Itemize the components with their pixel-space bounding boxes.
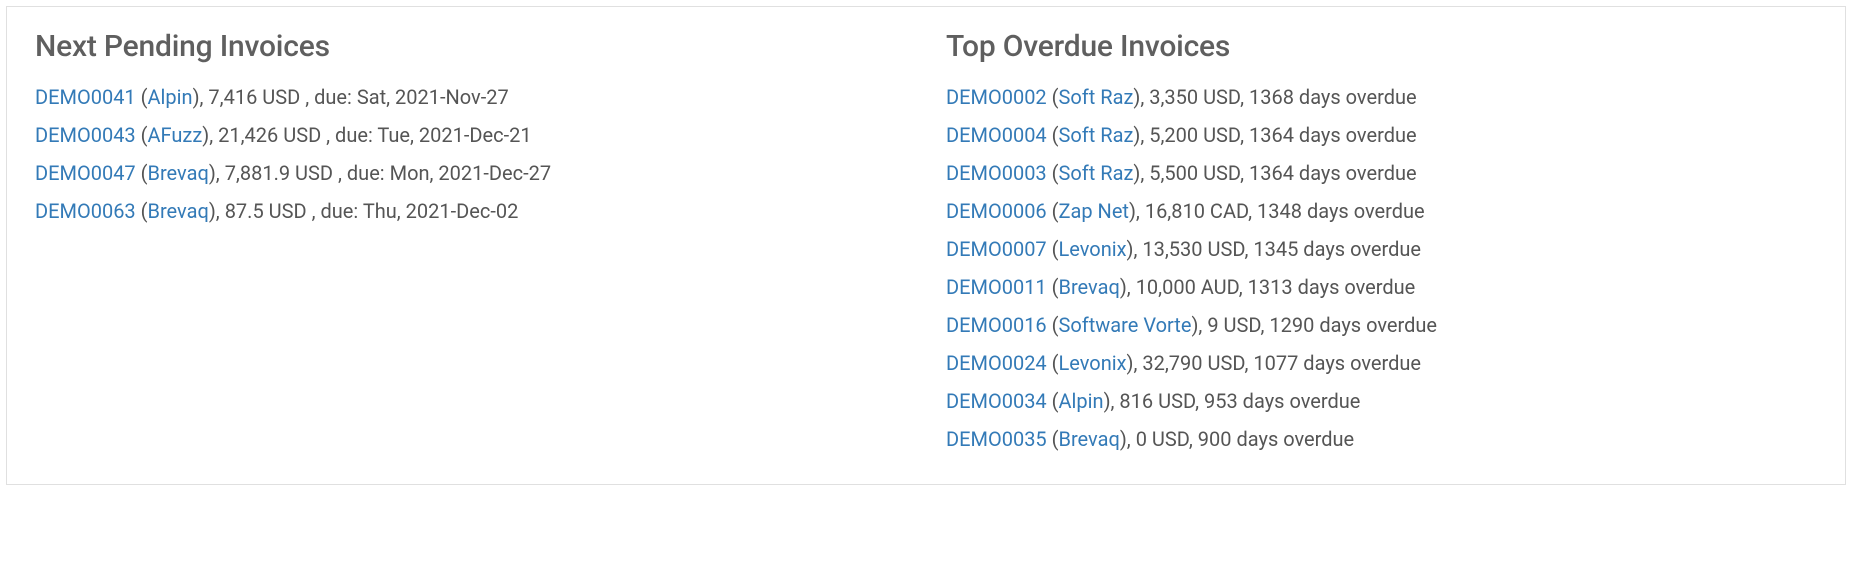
client-link[interactable]: Brevaq [148, 161, 209, 185]
pending-invoice-row: DEMO0041 (Alpin), 7,416 USD , due: Sat, … [35, 78, 906, 116]
client-link[interactable]: Levonix [1059, 351, 1127, 375]
invoice-amount: 5,200 USD [1149, 123, 1240, 147]
invoice-amount: 16,810 CAD [1145, 199, 1248, 223]
invoice-days-overdue: 1077 [1253, 351, 1298, 375]
overdue-invoices-column: Top Overdue Invoices DEMO0002 (Soft Raz)… [946, 29, 1817, 458]
invoice-link[interactable]: DEMO0011 [946, 275, 1047, 299]
invoice-days-overdue: 1313 [1248, 275, 1293, 299]
invoice-days-overdue: 900 [1198, 427, 1232, 451]
invoice-due-date: Tue, 2021-Dec-21 [377, 123, 531, 147]
invoice-due-date: Mon, 2021-Dec-27 [390, 161, 552, 185]
overdue-invoice-row: DEMO0006 (Zap Net), 16,810 CAD, 1348 day… [946, 192, 1817, 230]
invoice-days-overdue: 953 [1204, 389, 1238, 413]
overdue-invoice-row: DEMO0007 (Levonix), 13,530 USD, 1345 day… [946, 230, 1817, 268]
invoice-link[interactable]: DEMO0002 [946, 85, 1047, 109]
invoices-panel: Next Pending Invoices DEMO0041 (Alpin), … [6, 6, 1846, 485]
invoice-link[interactable]: DEMO0007 [946, 237, 1047, 261]
overdue-invoices-heading: Top Overdue Invoices [946, 29, 1817, 64]
invoice-amount: 7,881.9 USD [225, 161, 333, 185]
invoice-amount: 13,530 USD [1142, 237, 1244, 261]
invoice-amount: 7,416 USD [208, 85, 300, 109]
invoice-amount: 816 USD [1119, 389, 1195, 413]
invoice-link[interactable]: DEMO0063 [35, 199, 136, 223]
overdue-invoice-row: DEMO0024 (Levonix), 32,790 USD, 1077 day… [946, 344, 1817, 382]
invoice-days-overdue: 1348 [1257, 199, 1302, 223]
client-link[interactable]: Levonix [1059, 237, 1127, 261]
overdue-invoice-row: DEMO0034 (Alpin), 816 USD, 953 days over… [946, 382, 1817, 420]
invoice-link[interactable]: DEMO0004 [946, 123, 1047, 147]
invoice-amount: 87.5 USD [225, 199, 307, 223]
client-link[interactable]: Alpin [1059, 389, 1104, 413]
client-link[interactable]: Brevaq [1059, 427, 1120, 451]
overdue-invoice-row: DEMO0002 (Soft Raz), 3,350 USD, 1368 day… [946, 78, 1817, 116]
invoice-days-overdue: 1364 [1249, 161, 1294, 185]
invoice-amount: 0 USD [1136, 427, 1189, 451]
invoice-amount: 10,000 AUD [1136, 275, 1239, 299]
pending-invoices-column: Next Pending Invoices DEMO0041 (Alpin), … [35, 29, 906, 458]
pending-invoices-list: DEMO0041 (Alpin), 7,416 USD , due: Sat, … [35, 78, 906, 230]
client-link[interactable]: AFuzz [148, 123, 203, 147]
invoice-link[interactable]: DEMO0003 [946, 161, 1047, 185]
invoice-days-overdue: 1368 [1249, 85, 1294, 109]
invoice-link[interactable]: DEMO0043 [35, 123, 136, 147]
overdue-invoice-row: DEMO0004 (Soft Raz), 5,200 USD, 1364 day… [946, 116, 1817, 154]
invoice-link[interactable]: DEMO0016 [946, 313, 1047, 337]
client-link[interactable]: Soft Raz [1059, 123, 1134, 147]
client-link[interactable]: Alpin [148, 85, 193, 109]
client-link[interactable]: Zap Net [1059, 199, 1129, 223]
overdue-invoice-row: DEMO0016 (Software Vorte), 9 USD, 1290 d… [946, 306, 1817, 344]
invoice-due-date: Thu, 2021-Dec-02 [363, 199, 519, 223]
pending-invoice-row: DEMO0063 (Brevaq), 87.5 USD , due: Thu, … [35, 192, 906, 230]
invoice-days-overdue: 1345 [1253, 237, 1298, 261]
client-link[interactable]: Soft Raz [1059, 161, 1134, 185]
invoice-link[interactable]: DEMO0006 [946, 199, 1047, 223]
invoice-link[interactable]: DEMO0035 [946, 427, 1047, 451]
invoice-link[interactable]: DEMO0041 [35, 85, 136, 109]
invoice-amount: 5,500 USD [1149, 161, 1240, 185]
pending-invoice-row: DEMO0043 (AFuzz), 21,426 USD , due: Tue,… [35, 116, 906, 154]
invoice-link[interactable]: DEMO0024 [946, 351, 1047, 375]
invoice-amount: 32,790 USD [1142, 351, 1244, 375]
client-link[interactable]: Brevaq [1059, 275, 1120, 299]
overdue-invoice-row: DEMO0011 (Brevaq), 10,000 AUD, 1313 days… [946, 268, 1817, 306]
invoice-days-overdue: 1364 [1249, 123, 1294, 147]
pending-invoices-heading: Next Pending Invoices [35, 29, 906, 64]
invoice-amount: 3,350 USD [1149, 85, 1240, 109]
overdue-invoice-row: DEMO0035 (Brevaq), 0 USD, 900 days overd… [946, 420, 1817, 458]
overdue-invoice-row: DEMO0003 (Soft Raz), 5,500 USD, 1364 day… [946, 154, 1817, 192]
client-link[interactable]: Software Vorte [1059, 313, 1192, 337]
overdue-invoices-list: DEMO0002 (Soft Raz), 3,350 USD, 1368 day… [946, 78, 1817, 458]
pending-invoice-row: DEMO0047 (Brevaq), 7,881.9 USD , due: Mo… [35, 154, 906, 192]
invoice-due-date: Sat, 2021-Nov-27 [357, 85, 509, 109]
invoice-amount: 9 USD [1207, 313, 1260, 337]
client-link[interactable]: Brevaq [148, 199, 209, 223]
invoice-amount: 21,426 USD [218, 123, 321, 147]
invoice-link[interactable]: DEMO0034 [946, 389, 1047, 413]
invoice-days-overdue: 1290 [1269, 313, 1314, 337]
client-link[interactable]: Soft Raz [1059, 85, 1134, 109]
invoice-link[interactable]: DEMO0047 [35, 161, 136, 185]
